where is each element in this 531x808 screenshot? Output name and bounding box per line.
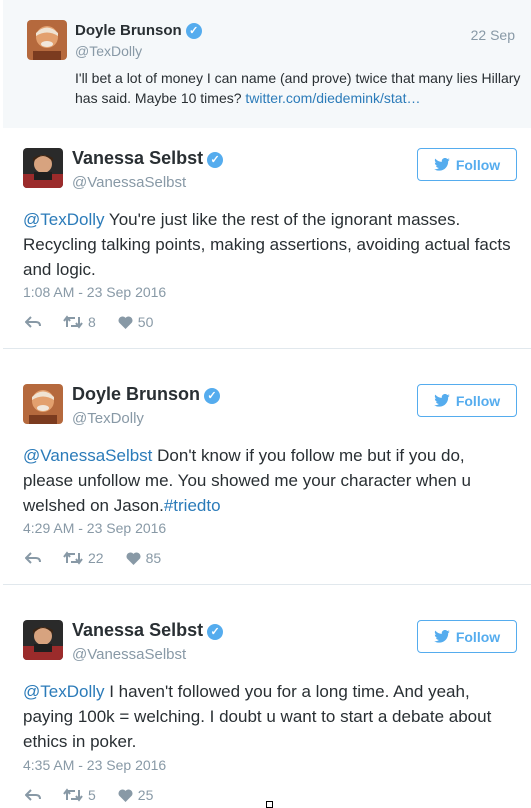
author-name-text[interactable]: Doyle Brunson	[75, 22, 182, 39]
heart-icon	[126, 551, 141, 565]
author-name-text[interactable]: Vanessa Selbst	[72, 148, 203, 168]
parent-date[interactable]: 22 Sep	[471, 27, 515, 43]
like-button[interactable]: 85	[126, 550, 162, 566]
verified-badge-icon: ✓	[207, 152, 224, 168]
tweet-actions: 8 50	[25, 314, 153, 330]
twitter-bird-icon	[434, 394, 450, 407]
parent-link[interactable]: twitter.com/diedemink/stat…	[245, 90, 420, 106]
heart-icon	[118, 315, 133, 329]
author-name[interactable]: Vanessa Selbst ✓	[72, 148, 224, 169]
avatar-vanessa[interactable]	[23, 148, 63, 188]
reply-button[interactable]	[25, 789, 41, 801]
tweet-text: @TexDolly You're just like the rest of t…	[23, 207, 513, 282]
reply-icon	[25, 552, 41, 564]
tweet-text: @TexDolly I haven't followed you for a l…	[23, 679, 513, 754]
tweet-actions: 5 25	[25, 787, 153, 803]
author-handle[interactable]: @TexDolly	[72, 410, 144, 427]
reply-button[interactable]	[25, 552, 41, 564]
follow-label: Follow	[455, 392, 501, 409]
retweet-count: 5	[88, 787, 96, 803]
parent-tweet[interactable]: Doyle Brunson ✓ @TexDolly 22 Sep I'll bet…	[3, 0, 531, 128]
follow-button[interactable]: Follow	[417, 384, 517, 417]
retweet-button[interactable]: 22	[63, 550, 104, 566]
like-count: 85	[145, 550, 162, 566]
follow-label: Follow	[455, 628, 501, 645]
parent-author-handle[interactable]: @TexDolly	[75, 43, 142, 59]
author-handle[interactable]: @VanessaSelbst	[72, 646, 186, 663]
like-button[interactable]: 50	[118, 314, 154, 330]
twitter-bird-icon	[434, 630, 450, 643]
author-name-text[interactable]: Vanessa Selbst	[72, 620, 203, 640]
author-handle[interactable]: @VanessaSelbst	[72, 174, 186, 191]
retweet-icon	[63, 551, 83, 565]
tweet-thread: Doyle Brunson ✓ @TexDolly 22 Sep I'll bet…	[0, 0, 531, 808]
author-name[interactable]: Doyle Brunson ✓	[72, 384, 221, 405]
verified-badge-icon: ✓	[207, 624, 224, 640]
tweet-divider	[3, 348, 531, 349]
mention-link[interactable]: @TexDolly	[23, 210, 105, 229]
author-name[interactable]: Vanessa Selbst ✓	[72, 620, 224, 641]
tweet-timestamp[interactable]: 4:35 AM - 23 Sep 2016	[23, 757, 166, 773]
mention-link[interactable]: @VanessaSelbst	[23, 446, 152, 465]
tweet-card: Vanessa Selbst ✓ @VanessaSelbst Follow @T…	[3, 128, 531, 348]
retweet-icon	[63, 788, 83, 802]
hashtag-link[interactable]: #triedto	[164, 496, 221, 515]
twitter-bird-icon	[434, 158, 450, 171]
avatar-doyle[interactable]	[23, 384, 63, 424]
follow-button[interactable]: Follow	[417, 620, 517, 653]
reply-icon	[25, 789, 41, 801]
tweet-timestamp[interactable]: 4:29 AM - 23 Sep 2016	[23, 520, 166, 536]
mention-link[interactable]: @TexDolly	[23, 682, 105, 701]
verified-badge-icon: ✓	[204, 388, 221, 404]
retweet-button[interactable]: 8	[63, 314, 96, 330]
author-name-text[interactable]: Doyle Brunson	[72, 384, 200, 404]
retweet-icon	[63, 315, 83, 329]
reply-button[interactable]	[25, 316, 41, 328]
avatar-doyle[interactable]	[27, 20, 67, 60]
retweet-count: 8	[88, 314, 96, 330]
retweet-button[interactable]: 5	[63, 787, 96, 803]
verified-badge-icon: ✓	[185, 23, 202, 39]
parent-tweet-text: I'll bet a lot of money I can name (and …	[75, 68, 525, 108]
tweet-divider	[3, 584, 531, 585]
text-cursor	[266, 801, 273, 808]
follow-button[interactable]: Follow	[417, 148, 517, 181]
reply-icon	[25, 316, 41, 328]
retweet-count: 22	[88, 550, 104, 566]
like-count: 25	[137, 787, 154, 803]
tweet-card: Vanessa Selbst ✓ @VanessaSelbst Follow @T…	[3, 600, 531, 808]
tweet-text: @VanessaSelbst Don't know if you follow …	[23, 443, 513, 518]
parent-author-name[interactable]: Doyle Brunson ✓	[75, 22, 202, 39]
heart-icon	[118, 788, 133, 802]
like-button[interactable]: 25	[118, 787, 154, 803]
tweet-actions: 22 85	[25, 550, 161, 566]
avatar-vanessa[interactable]	[23, 620, 63, 660]
tweet-card: Doyle Brunson ✓ @TexDolly Follow @Vanessa…	[3, 364, 531, 584]
follow-label: Follow	[455, 156, 501, 173]
tweet-timestamp[interactable]: 1:08 AM - 23 Sep 2016	[23, 284, 166, 300]
like-count: 50	[137, 314, 154, 330]
